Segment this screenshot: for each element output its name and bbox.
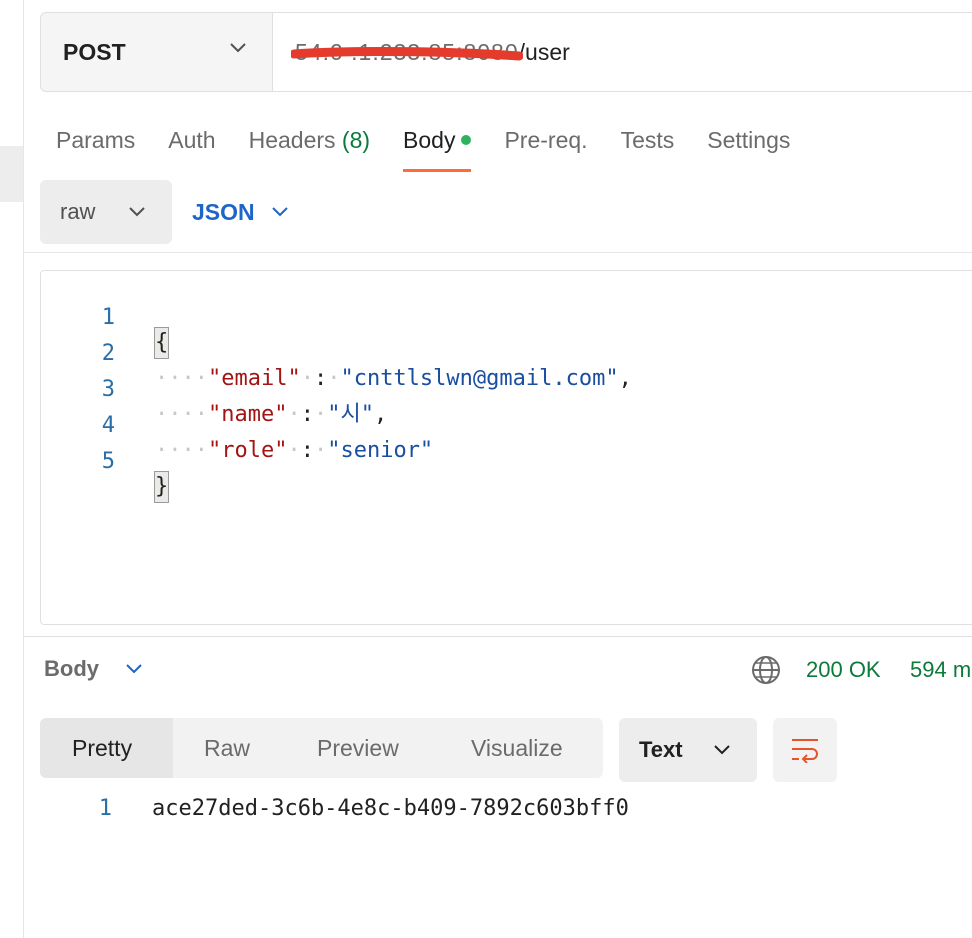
response-format-select[interactable]: Text bbox=[619, 718, 757, 782]
response-time[interactable]: 594 m bbox=[910, 657, 971, 683]
response-divider bbox=[24, 636, 972, 637]
tab-pre-request[interactable]: Pre-req. bbox=[504, 122, 587, 172]
chevron-down-icon bbox=[129, 207, 145, 217]
tab-tests-label: Tests bbox=[620, 127, 675, 153]
code-line: 2 ····"email"·:·"cnttlslwn@gmail.com", bbox=[41, 311, 941, 391]
tab-settings-label: Settings bbox=[707, 127, 791, 153]
body-modified-dot bbox=[461, 135, 472, 145]
chevron-down-icon bbox=[714, 745, 730, 755]
line-number: 5 bbox=[101, 449, 115, 474]
code-line: 3 ····"name"·:·"시", bbox=[41, 347, 941, 427]
chevron-down-icon bbox=[126, 664, 142, 674]
tab-headers-label: Headers bbox=[248, 127, 336, 153]
response-format-label: Text bbox=[639, 737, 683, 762]
response-status[interactable]: 200 OK bbox=[806, 657, 881, 683]
response-line-number: 1 bbox=[98, 796, 112, 821]
tab-preview[interactable]: Preview bbox=[317, 718, 399, 778]
tab-auth-label: Auth bbox=[168, 127, 216, 153]
url-input[interactable]: 54.0 .1.233.85:8080/user bbox=[273, 13, 972, 91]
url-path: /user bbox=[518, 39, 570, 65]
body-editor[interactable]: 1 { 2 ····"email"·:·"cnttlslwn@gmail.com… bbox=[40, 270, 972, 625]
code-line: 5 } bbox=[41, 419, 941, 503]
chevron-down-icon bbox=[230, 43, 246, 53]
chevron-down-icon bbox=[271, 207, 288, 217]
sidebar-active-item[interactable] bbox=[0, 146, 23, 202]
close-brace: } bbox=[153, 471, 170, 503]
tab-pre-request-label: Pre-req. bbox=[504, 127, 588, 153]
tab-settings[interactable]: Settings bbox=[707, 122, 790, 172]
divider bbox=[24, 252, 972, 253]
tab-pretty[interactable]: Pretty bbox=[40, 718, 173, 778]
tab-raw[interactable]: Raw bbox=[204, 718, 250, 778]
tab-headers[interactable]: Headers (8) bbox=[249, 122, 370, 172]
code-line: 1 { bbox=[41, 275, 941, 359]
tab-visualize[interactable]: Visualize bbox=[471, 718, 563, 778]
method-select[interactable]: POST bbox=[41, 13, 272, 91]
tab-params-label: Params bbox=[56, 127, 136, 153]
code-line: 4 ····"role"·:·"senior" bbox=[41, 383, 941, 463]
wrap-lines-icon bbox=[792, 739, 818, 763]
body-mode-label: raw bbox=[60, 199, 96, 224]
redaction-mark bbox=[291, 47, 523, 61]
response-view-tabs: Pretty Raw Preview Visualize bbox=[40, 718, 603, 778]
response-section-label: Body bbox=[44, 656, 99, 681]
tab-body[interactable]: Body bbox=[403, 122, 472, 172]
tab-tests[interactable]: Tests bbox=[621, 122, 675, 172]
globe-icon[interactable] bbox=[751, 655, 781, 685]
response-body-text[interactable]: ace27ded-3c6b-4e8c-b409-7892c603bff0 bbox=[152, 794, 629, 824]
body-format-label: JSON bbox=[192, 198, 255, 225]
headers-count-badge: (8) bbox=[341, 127, 371, 153]
body-format-select[interactable]: JSON bbox=[192, 180, 289, 244]
tab-params[interactable]: Params bbox=[56, 122, 135, 172]
tab-body-label: Body bbox=[403, 127, 456, 153]
tab-auth[interactable]: Auth bbox=[168, 122, 215, 172]
wrap-lines-button[interactable] bbox=[773, 718, 837, 782]
method-label: POST bbox=[63, 38, 126, 65]
request-tabs: Params Auth Headers (8) Body Pre-req. Te… bbox=[56, 122, 823, 172]
response-section-toggle[interactable]: Body bbox=[44, 656, 143, 682]
request-url-bar: POST 54.0 .1.233.85:8080/user bbox=[40, 12, 972, 92]
body-mode-select[interactable]: raw bbox=[40, 180, 172, 244]
